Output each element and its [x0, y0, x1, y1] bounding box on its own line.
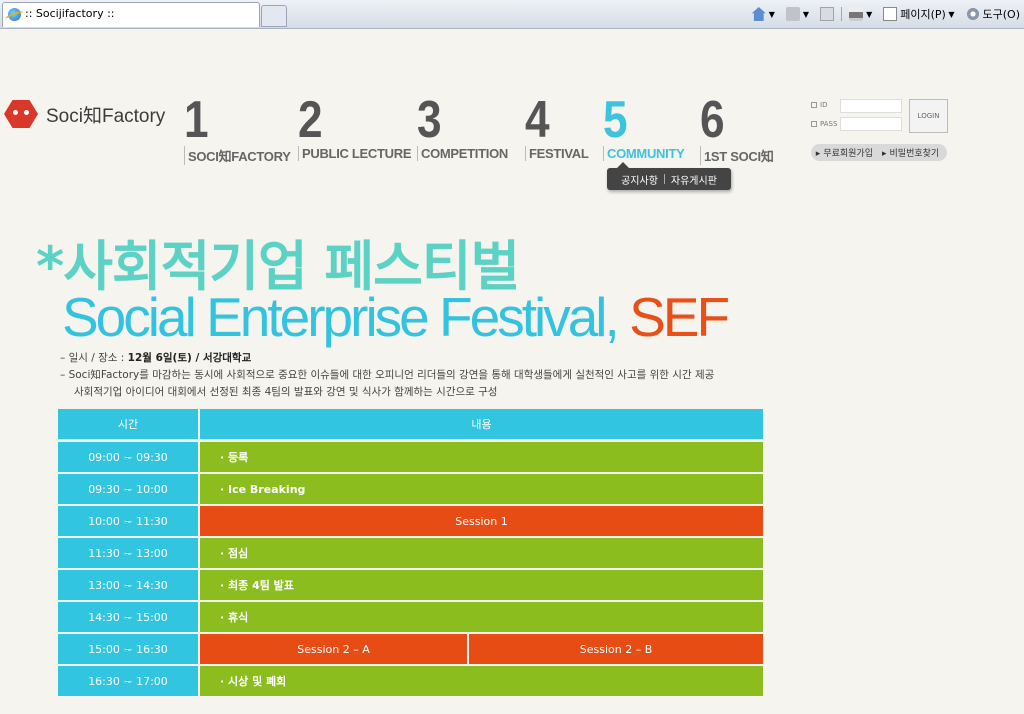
event-summary-2: 사회적기업 아이디어 대회에서 선정된 최종 4팀의 발표와 강연 및 식사가 …	[74, 386, 498, 398]
browser-toolbar: :: Socijifactory :: ▼ ▼ ▼ 페이지(P) ▼ 도구(O)	[0, 0, 1024, 29]
nav-number: 4	[525, 91, 550, 149]
id-label: ID	[820, 101, 828, 109]
feed-icon[interactable]	[785, 7, 800, 21]
command-bar: ▼ ▼ ▼ 페이지(P) ▼ 도구(O)	[749, 4, 1020, 24]
page-dropdown-icon[interactable]: ▼	[946, 10, 954, 19]
schedule-table: 시간 내용 09:00 ~ 09:30 · 등록 09:30 ~ 10:00 ·…	[58, 409, 763, 698]
row-content: · 최종 4팀 발표	[200, 570, 763, 602]
find-password-text: 비밀번호찾기	[889, 149, 940, 159]
headline-english-text: Social Enterprise Festival,	[62, 286, 630, 348]
find-password-link[interactable]: ▸ 비밀번호찾기	[882, 146, 942, 159]
nav-number: 3	[417, 91, 442, 149]
headline-asterisk: *	[36, 235, 64, 298]
id-input[interactable]	[840, 99, 902, 113]
print-dropdown-icon[interactable]: ▼	[866, 10, 872, 19]
table-row: 16:30 ~ 17:00 · 시상 및 폐회	[58, 666, 763, 698]
nav-item-festival[interactable]: 4 FESTIVAL	[525, 91, 589, 161]
pass-label: PASS	[820, 120, 838, 128]
row-time: 15:00 ~ 16:30	[58, 634, 200, 666]
table-row: 14:30 ~ 15:00 · 휴식	[58, 602, 763, 634]
row-time: 11:30 ~ 13:00	[58, 538, 200, 570]
pass-label-row: PASS	[811, 120, 837, 128]
password-input[interactable]	[840, 117, 902, 131]
date-place-value: 12월 6일(토) / 서강대학교	[127, 352, 252, 364]
page-menu[interactable]: 페이지(P)	[900, 6, 946, 22]
headline-english: Social Enterprise Festival, SEF	[62, 285, 730, 349]
logo-text: Soci知Factory	[46, 105, 166, 127]
submenu-notice[interactable]: 공지사항	[621, 172, 658, 187]
bullet-icon	[811, 121, 817, 127]
table-row: 09:30 ~ 10:00 · Ice Breaking	[58, 474, 763, 506]
id-label-row: ID	[811, 101, 827, 109]
table-header: 시간 내용	[58, 409, 763, 439]
home-dropdown-icon[interactable]: ▼	[769, 10, 775, 19]
row-time: 10:00 ~ 11:30	[58, 506, 200, 538]
home-icon[interactable]	[751, 7, 766, 21]
header-time: 시간	[58, 409, 200, 439]
event-summary-1: – Soci知Factory를 마감하는 동시에 사회적으로 중요한 이슈들에 …	[60, 369, 715, 381]
row-content: · Ice Breaking	[200, 474, 763, 506]
logo-mark-icon	[4, 100, 38, 128]
nav-number: 2	[298, 91, 323, 149]
member-links: ▸ 무료회원가입 ▸ 비밀번호찾기	[811, 144, 947, 161]
site-logo[interactable]: Soci知Factory	[4, 100, 165, 128]
row-content: · 점심	[200, 538, 763, 570]
nav-item-community[interactable]: 5 COMMUNITY	[603, 91, 685, 161]
table-row: 09:00 ~ 09:30 · 등록	[58, 442, 763, 474]
bullet-icon	[811, 102, 817, 108]
ie-icon	[8, 8, 21, 21]
separator	[841, 7, 843, 21]
nav-item-public-lecture[interactable]: 2 PUBLIC LECTURE	[298, 91, 412, 161]
row-content: · 시상 및 폐회	[200, 666, 763, 698]
row-content: · 등록	[200, 442, 763, 474]
submenu-divider	[663, 174, 665, 184]
nav-number: 6	[700, 91, 725, 149]
headline-acronym: SEF	[629, 286, 730, 348]
header-content: 내용	[200, 409, 763, 439]
date-place-label: – 일시 / 장소 :	[60, 352, 128, 364]
print-icon[interactable]	[849, 7, 864, 21]
event-date-place: – 일시 / 장소 : 12월 6일(토) / 서강대학교	[60, 350, 714, 367]
row-time: 09:00 ~ 09:30	[58, 442, 200, 474]
submenu-free-board[interactable]: 자유게시판	[671, 172, 717, 187]
browser-tab[interactable]: :: Socijifactory ::	[2, 2, 260, 27]
table-row: 13:00 ~ 14:30 · 최종 4팀 발표	[58, 570, 763, 602]
table-row: 11:30 ~ 13:00 · 점심	[58, 538, 763, 570]
nav-item-competition[interactable]: 3 COMPETITION	[417, 94, 508, 161]
new-tab-button[interactable]	[261, 5, 287, 27]
join-link[interactable]: ▸ 무료회원가입	[816, 146, 876, 159]
feed-dropdown-icon[interactable]: ▼	[803, 10, 809, 19]
row-content-session-b: Session 2 – B	[469, 634, 763, 666]
table-row: 10:00 ~ 11:30 Session 1	[58, 506, 763, 538]
mail-icon[interactable]	[820, 7, 835, 21]
row-time: 09:30 ~ 10:00	[58, 474, 200, 506]
row-content-session-a: Session 2 – A	[200, 634, 469, 666]
nav-number: 5	[603, 91, 628, 149]
row-content: · 휴식	[200, 602, 763, 634]
row-time: 16:30 ~ 17:00	[58, 666, 200, 698]
event-description: – 일시 / 장소 : 12월 6일(토) / 서강대학교 – Soci知Fac…	[60, 350, 714, 401]
nav-number: 1	[184, 91, 209, 149]
login-button[interactable]: LOGIN	[909, 99, 948, 133]
nav-item-socifactory[interactable]: 1 SOCI知FACTORY	[184, 94, 291, 165]
table-row: 15:00 ~ 16:30 Session 2 – A Session 2 – …	[58, 634, 763, 666]
tools-menu[interactable]: 도구(O)	[983, 6, 1020, 22]
join-link-text: 무료회원가입	[823, 149, 873, 159]
row-time: 14:30 ~ 15:00	[58, 602, 200, 634]
gear-icon	[965, 7, 980, 21]
row-content-session: Session 1	[200, 506, 763, 538]
tab-title: :: Socijifactory ::	[25, 7, 115, 20]
community-submenu: 공지사항 자유게시판	[607, 162, 731, 190]
row-time: 13:00 ~ 14:30	[58, 570, 200, 602]
page-icon	[883, 7, 898, 21]
nav-item-1st-soci[interactable]: 6 1ST SOCI知	[700, 94, 774, 165]
